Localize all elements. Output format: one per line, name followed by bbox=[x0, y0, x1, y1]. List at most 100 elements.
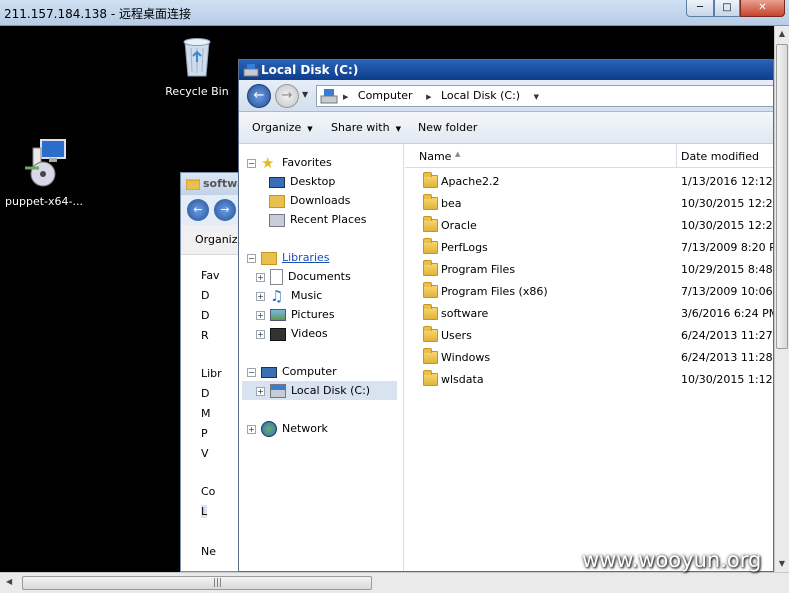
column-date-modified[interactable]: Date modified bbox=[681, 150, 759, 163]
table-row[interactable]: software 3/6/2016 6:24 PM bbox=[405, 303, 774, 325]
nav-label: Libraries bbox=[282, 251, 330, 264]
nav-item-videos[interactable]: + Videos bbox=[256, 324, 328, 343]
desktop-icon-puppet-installer[interactable]: puppet-x64-... bbox=[4, 138, 84, 208]
breadcrumb-arrow-icon[interactable]: ▶ bbox=[343, 93, 348, 101]
bg-nav-item[interactable]: Ne bbox=[201, 545, 216, 558]
nav-item-pictures[interactable]: + Pictures bbox=[256, 305, 335, 324]
table-row[interactable]: Users 6/24/2013 11:27 PM bbox=[405, 325, 773, 347]
nav-label: Pictures bbox=[291, 308, 335, 321]
nav-item-recent-places[interactable]: Recent Places bbox=[269, 210, 367, 229]
nav-item-libraries[interactable]: − Libraries bbox=[247, 248, 330, 267]
bg-organize-button[interactable]: Organize bbox=[195, 233, 244, 246]
minimize-button[interactable]: ─ bbox=[686, 0, 714, 17]
table-row[interactable]: Apache2.2 1/13/2016 12:12 AM bbox=[405, 171, 773, 193]
table-row[interactable]: bea 10/30/2015 12:29 AM bbox=[405, 193, 773, 215]
expand-icon[interactable]: + bbox=[256, 291, 265, 301]
file-date: 10/30/2015 12:29 AM bbox=[681, 219, 773, 232]
installer-icon bbox=[25, 139, 66, 187]
bg-nav-item[interactable]: L bbox=[201, 505, 208, 518]
new-folder-button[interactable]: New folder bbox=[418, 121, 477, 134]
file-name: Windows bbox=[441, 351, 491, 364]
breadcrumb-computer[interactable]: Computer bbox=[358, 89, 413, 102]
expand-icon[interactable]: + bbox=[256, 386, 265, 396]
file-name: Apache2.2 bbox=[441, 175, 500, 188]
bg-nav-item[interactable]: V bbox=[201, 447, 209, 460]
nav-label: Documents bbox=[288, 270, 351, 283]
close-button[interactable]: ✕ bbox=[740, 0, 785, 17]
recent-places-icon bbox=[269, 213, 285, 227]
network-icon bbox=[261, 421, 277, 437]
organize-label: Organize bbox=[252, 121, 302, 134]
file-date: 6/24/2013 11:28 PM bbox=[681, 351, 773, 364]
folder-icon bbox=[423, 172, 438, 188]
forward-arrow-icon[interactable]: → bbox=[214, 199, 236, 221]
bg-nav-item[interactable]: D bbox=[201, 289, 209, 302]
vertical-scroll-thumb[interactable] bbox=[776, 44, 788, 349]
bg-nav-item[interactable]: D bbox=[201, 309, 209, 322]
library-icon bbox=[261, 251, 277, 265]
bg-nav-item[interactable]: Co bbox=[201, 485, 215, 498]
nav-label: Videos bbox=[291, 327, 328, 340]
star-icon: ★ bbox=[261, 154, 275, 172]
maximize-button[interactable]: □ bbox=[714, 0, 740, 17]
file-name: software bbox=[441, 307, 489, 320]
bg-nav-item[interactable]: Libr bbox=[201, 367, 222, 380]
nav-item-documents[interactable]: + Documents bbox=[256, 267, 351, 286]
share-with-button[interactable]: Share with ▼ bbox=[331, 121, 401, 134]
file-name: Oracle bbox=[441, 219, 477, 232]
nav-label: Local Disk (C:) bbox=[291, 384, 371, 397]
organize-button[interactable]: Organize ▼ bbox=[252, 121, 313, 134]
desktop-icon-recycle-bin[interactable]: Recycle Bin bbox=[159, 34, 235, 98]
breadcrumb-arrow-icon[interactable]: ▼ bbox=[534, 93, 539, 101]
expand-icon[interactable]: + bbox=[247, 424, 256, 434]
nav-label: Downloads bbox=[290, 194, 351, 207]
explorer-window[interactable]: Local Disk (C:) ← → ▼ ▶ Computer ▶ Local… bbox=[238, 59, 774, 572]
column-divider[interactable] bbox=[676, 144, 677, 168]
table-row[interactable]: Program Files (x86) 7/13/2009 10:06 PM bbox=[405, 281, 773, 303]
expand-icon[interactable]: + bbox=[256, 329, 265, 339]
remote-desktop: Recycle Bin puppet-x64-... softwa ← → Or… bbox=[4, 26, 774, 572]
file-name: wlsdata bbox=[441, 373, 484, 386]
table-row[interactable]: Oracle 10/30/2015 12:29 AM bbox=[405, 215, 773, 237]
file-date: 3/6/2016 6:24 PM bbox=[681, 307, 774, 320]
address-box[interactable]: ▶ Computer ▶ Local Disk (C:) ▼ bbox=[316, 85, 773, 107]
nav-item-desktop[interactable]: Desktop bbox=[269, 172, 335, 191]
videos-icon bbox=[270, 327, 286, 341]
nav-item-computer[interactable]: − Computer bbox=[247, 362, 337, 381]
expand-icon[interactable]: + bbox=[256, 310, 265, 320]
vertical-scrollbar[interactable]: ▲ ▼ bbox=[774, 26, 789, 572]
scroll-left-icon[interactable]: ◀ bbox=[6, 577, 12, 586]
bg-nav-item[interactable]: D bbox=[201, 387, 209, 400]
back-button[interactable]: ← bbox=[247, 84, 271, 108]
breadcrumb-arrow-icon[interactable]: ▶ bbox=[426, 93, 431, 101]
collapse-icon[interactable]: − bbox=[247, 367, 256, 377]
back-arrow-icon[interactable]: ← bbox=[187, 199, 209, 221]
forward-button[interactable]: → bbox=[275, 84, 299, 108]
expand-icon[interactable]: + bbox=[256, 272, 265, 282]
nav-item-favorites[interactable]: − ★ Favorites bbox=[247, 153, 332, 172]
nav-item-downloads[interactable]: Downloads bbox=[269, 191, 350, 210]
nav-item-network[interactable]: + Network bbox=[247, 419, 328, 438]
folder-icon bbox=[423, 282, 438, 298]
nav-item-local-disk[interactable]: + Local Disk (C:) bbox=[242, 381, 397, 400]
bg-nav-item[interactable]: M bbox=[201, 407, 211, 420]
bg-nav-item[interactable]: P bbox=[201, 427, 208, 440]
bg-nav-item[interactable]: Fav bbox=[201, 269, 220, 282]
recycle-bin-label: Recycle Bin bbox=[165, 85, 229, 98]
horizontal-scroll-thumb[interactable]: ||| bbox=[22, 576, 372, 590]
recent-pages-dropdown[interactable]: ▼ bbox=[302, 90, 308, 99]
recycle-bin-icon bbox=[183, 38, 211, 77]
bg-nav-item[interactable]: R bbox=[201, 329, 209, 342]
breadcrumb-local-disk[interactable]: Local Disk (C:) bbox=[441, 89, 520, 102]
file-date: 10/29/2015 8:48 PM bbox=[681, 263, 773, 276]
table-row[interactable]: Program Files 10/29/2015 8:48 PM bbox=[405, 259, 773, 281]
collapse-icon[interactable]: − bbox=[247, 253, 256, 263]
table-row[interactable]: wlsdata 10/30/2015 1:12 AM bbox=[405, 369, 773, 391]
column-name[interactable]: Name bbox=[419, 150, 451, 163]
table-row[interactable]: Windows 6/24/2013 11:28 PM bbox=[405, 347, 773, 369]
collapse-icon[interactable]: − bbox=[247, 158, 256, 168]
table-row[interactable]: PerfLogs 7/13/2009 8:20 PM bbox=[405, 237, 773, 259]
nav-item-music[interactable]: + ♫ Music bbox=[256, 286, 322, 305]
scroll-up-icon[interactable]: ▲ bbox=[775, 26, 789, 42]
address-bar: ← → ▼ ▶ Computer ▶ Local Disk (C:) ▼ bbox=[239, 80, 773, 112]
